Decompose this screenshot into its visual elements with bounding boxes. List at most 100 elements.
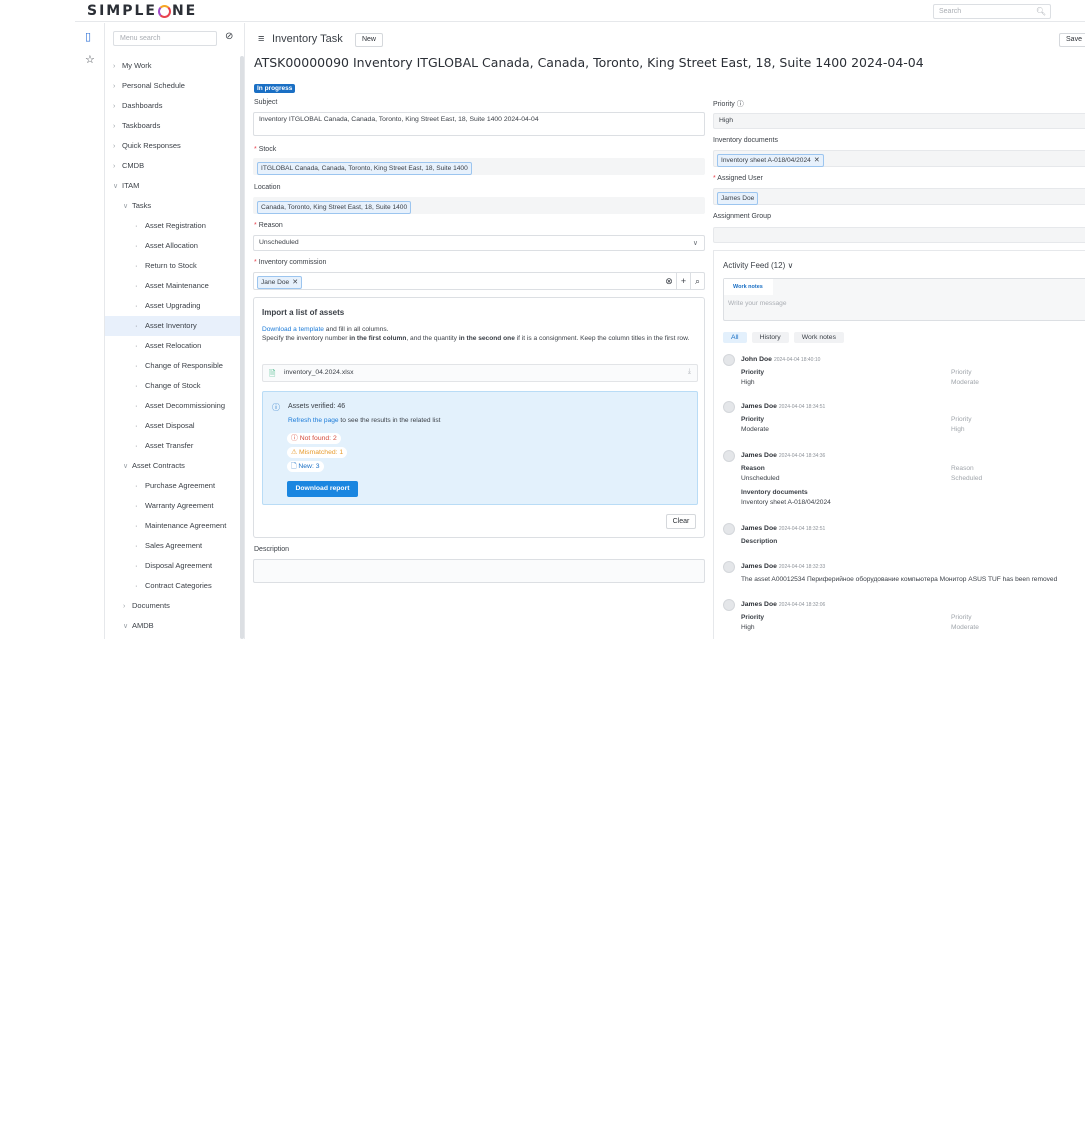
composer-tab-work-notes[interactable]: Work notes — [724, 279, 773, 295]
sidebar-item[interactable]: · Asset Registration — [105, 216, 240, 236]
sidebar-item[interactable]: · Asset Decommissioning — [105, 396, 240, 416]
sidebar-item[interactable]: · Purchase Agreement — [105, 476, 240, 496]
sidebar-item[interactable]: · Contract Categories — [105, 576, 240, 596]
bullet-icon: · — [135, 221, 138, 230]
description-field[interactable] — [253, 559, 705, 583]
sidebar-item[interactable]: › Documents — [105, 596, 240, 616]
subject-field[interactable]: Inventory ITGLOBAL Canada, Canada, Toron… — [253, 112, 705, 136]
priority-value: High — [719, 117, 733, 124]
location-chip[interactable]: Canada, Toronto, King Street East, 18, S… — [257, 201, 412, 214]
sidebar-item[interactable]: · Maintenance Agreement — [105, 516, 240, 536]
plus-icon[interactable]: + — [676, 273, 690, 290]
sidebar-item[interactable]: › CMDB — [105, 156, 240, 176]
sidebar-item-label: My Work — [122, 61, 152, 70]
sidebar-item[interactable]: · Asset Transfer — [105, 436, 240, 456]
global-search-input[interactable]: Search 🔍︎ — [933, 4, 1051, 19]
state-badge: In progress — [254, 84, 296, 93]
change-old-value: Scheduled — [951, 475, 983, 482]
sidebar-item[interactable]: › My Work — [105, 56, 240, 76]
work-notes-composer[interactable]: Work notes Write your message — [723, 278, 1085, 321]
sidebar-item-label: Tasks — [132, 201, 152, 210]
sidebar-item[interactable]: · Asset Upgrading — [105, 296, 240, 316]
menu-icon[interactable]: ≡ — [258, 33, 264, 45]
clear-button[interactable]: Clear — [666, 514, 696, 529]
sidebar-item[interactable]: · Change of Stock — [105, 376, 240, 396]
filter-tab-work-notes[interactable]: Work notes — [793, 332, 844, 343]
download-icon[interactable]: ⤓ — [688, 368, 691, 376]
sidebar-item[interactable]: ∨ Asset Contracts — [105, 456, 240, 476]
author-name[interactable]: James Doe — [741, 452, 777, 459]
assigned-user-chip[interactable]: James Doe — [717, 192, 759, 205]
bullet-icon: · — [135, 321, 138, 330]
commission-chip[interactable]: Jane Doe ✕ — [257, 276, 303, 289]
search-icon[interactable]: ⌕ — [690, 273, 704, 290]
remove-chip-icon[interactable]: ✕ — [814, 157, 820, 164]
uploaded-file[interactable]: 🗎︎ inventory_04.2024.xlsx ⤓ — [262, 364, 698, 382]
sidebar-item[interactable]: · Asset Allocation — [105, 236, 240, 256]
change-old-field: Priority — [951, 614, 972, 621]
inventory-document-chip[interactable]: Inventory sheet A-018/04/2024 ✕ — [717, 154, 824, 167]
assigned-user-field[interactable]: James Doe — [713, 188, 1085, 205]
stock-label-text: Stock — [258, 146, 277, 153]
stock-label: * Stock — [254, 146, 276, 153]
sidebar-item[interactable]: · Disposal Agreement — [105, 556, 240, 576]
author-name[interactable]: James Doe — [741, 601, 777, 608]
sidebar-item[interactable]: › Quick Responses — [105, 136, 240, 156]
priority-field[interactable]: High — [713, 113, 1085, 129]
sidebar-item[interactable]: · Asset Relocation — [105, 336, 240, 356]
sidebar-toggle-icon[interactable]: ▯ — [85, 30, 91, 43]
bullet-icon: · — [135, 421, 138, 430]
author-name[interactable]: James Doe — [741, 563, 777, 570]
filter-tab-history[interactable]: History — [751, 332, 789, 343]
sidebar-item[interactable]: ∨ AMDB — [105, 616, 240, 636]
clear-circle-icon[interactable]: ⊗ — [662, 273, 676, 290]
stock-chip[interactable]: ITGLOBAL Canada, Canada, Toronto, King S… — [257, 162, 472, 175]
new-button[interactable]: New — [355, 33, 383, 47]
refresh-page-link[interactable]: Refresh the page — [288, 417, 339, 424]
bullet-icon: · — [135, 521, 138, 530]
bullet-icon: · — [135, 501, 138, 510]
unpin-icon[interactable]: ⊘ — [225, 31, 233, 42]
sidebar-item-label: Change of Responsible — [145, 361, 223, 370]
simpleone-logo[interactable]: SIMPLE NE — [87, 3, 197, 19]
favorites-star-icon[interactable]: ☆ — [85, 53, 95, 66]
author-name[interactable]: James Doe — [741, 525, 777, 532]
reason-select[interactable]: Unscheduled ∨ — [253, 235, 705, 251]
author-name[interactable]: James Doe — [741, 403, 777, 410]
sidebar-item[interactable]: · Sales Agreement — [105, 536, 240, 556]
location-field[interactable]: Canada, Toronto, King Street East, 18, S… — [253, 197, 705, 214]
sidebar-item[interactable]: · Change of Responsible — [105, 356, 240, 376]
inventory-documents-field[interactable]: Inventory sheet A-018/04/2024 ✕ — [713, 150, 1085, 167]
sidebar-item[interactable]: · Asset Maintenance — [105, 276, 240, 296]
sidebar-item-label: Asset Decommissioning — [145, 401, 226, 410]
commission-field[interactable]: Jane Doe ✕ ⊗ + ⌕ — [253, 272, 705, 290]
menu-search-input[interactable]: Menu search — [113, 31, 217, 46]
sidebar-item[interactable]: · Return to Stock — [105, 256, 240, 276]
change-field: Priority — [741, 614, 765, 621]
search-icon[interactable]: 🔍︎ — [1036, 7, 1046, 16]
remove-chip-icon[interactable]: ✕ — [292, 279, 298, 286]
refresh-hint-text: to see the results in the related list — [338, 417, 441, 424]
sidebar-item[interactable]: · Warranty Agreement — [105, 496, 240, 516]
filter-tab-all[interactable]: All — [723, 332, 747, 343]
sidebar-item[interactable]: · Asset Disposal — [105, 416, 240, 436]
sidebar-item[interactable]: › Taskboards — [105, 116, 240, 136]
sidebar-scrollbar[interactable] — [240, 56, 244, 639]
sidebar-item[interactable]: ∨ ITAM — [105, 176, 240, 196]
stock-field[interactable]: ITGLOBAL Canada, Canada, Toronto, King S… — [253, 158, 705, 175]
sidebar-item[interactable]: · Asset Inventory — [105, 316, 240, 336]
help-icon[interactable]: ⓘ — [737, 101, 744, 108]
author-name[interactable]: John Doe — [741, 356, 772, 363]
refresh-hint: Refresh the page to see the results in t… — [288, 417, 441, 424]
sidebar-item[interactable]: › Dashboards — [105, 96, 240, 116]
sidebar-item-label: Asset Contracts — [132, 461, 185, 470]
activity-feed-toggle[interactable]: Activity Feed (12) ∨ — [723, 261, 793, 270]
sidebar-item[interactable]: › Personal Schedule — [105, 76, 240, 96]
sidebar-item[interactable]: ∨ Tasks — [105, 196, 240, 216]
download-template-link[interactable]: Download a template — [262, 326, 324, 333]
change-field: Description — [741, 538, 778, 545]
download-report-button[interactable]: Download report — [287, 481, 358, 497]
chevron-right-icon: › — [113, 143, 116, 150]
save-button[interactable]: Save — [1059, 33, 1085, 47]
assignment-group-field[interactable] — [713, 227, 1085, 243]
